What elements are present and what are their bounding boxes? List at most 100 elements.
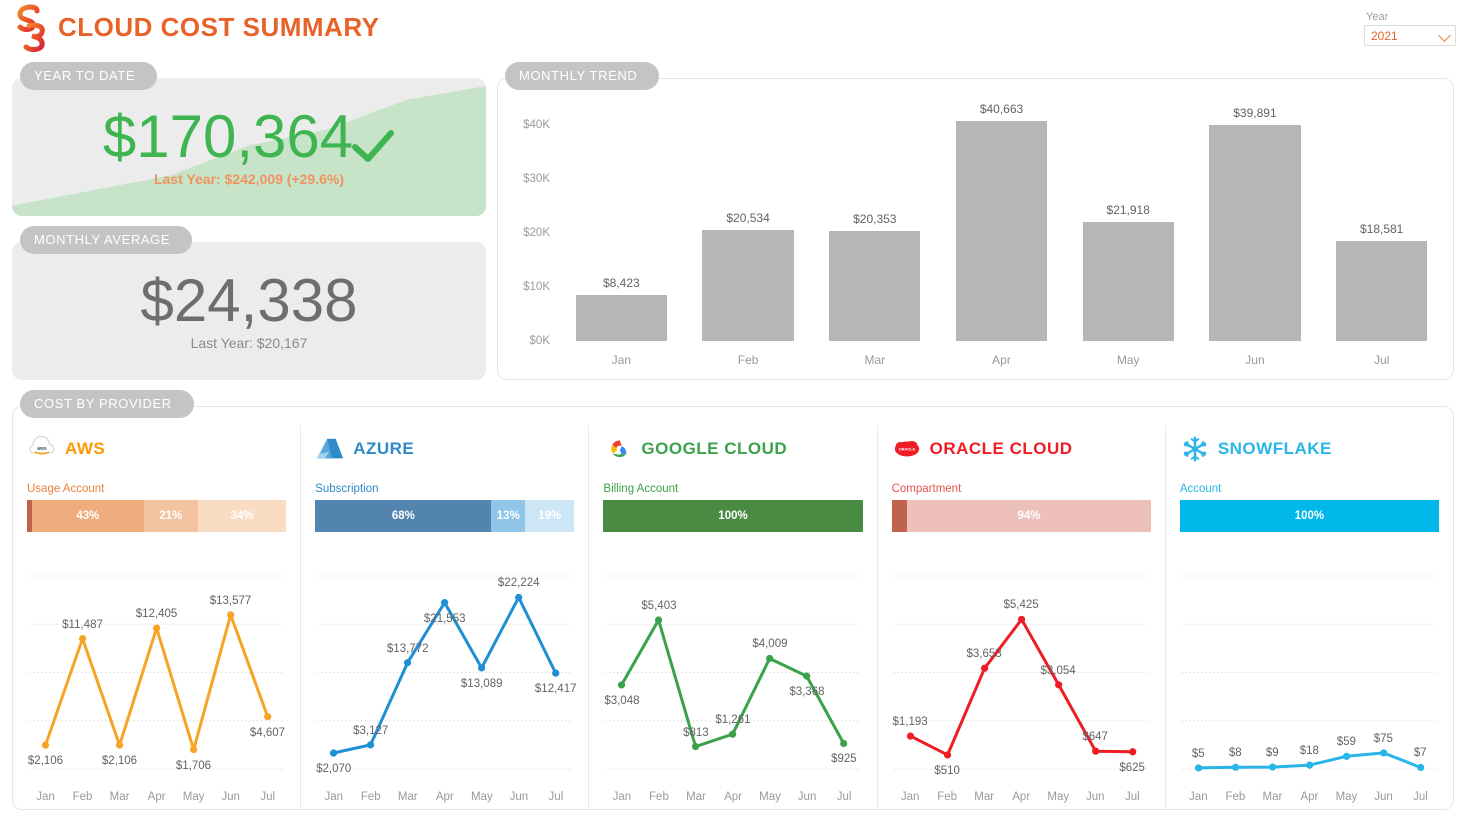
provider-share-segment[interactable]: 34%: [198, 500, 287, 532]
trend-bar[interactable]: [829, 230, 921, 341]
dashboard-root: CLOUD COST SUMMARY Year 2021 $170,364 La…: [0, 0, 1466, 822]
provider-x-label: Jun: [797, 791, 817, 803]
year-to-date-card: $170,364 Last Year: $242,009 (+29.6%): [12, 78, 486, 216]
provider-point-label: $2,106: [101, 755, 138, 768]
ytd-last-year: Last Year: $242,009 (+29.6%): [153, 171, 345, 187]
provider-share-segment[interactable]: 100%: [603, 500, 863, 532]
trend-bar-column[interactable]: $20,534 Feb: [685, 103, 812, 367]
provider-x-axis: Jan Feb Mar Apr May Jun Jul: [1180, 791, 1439, 809]
provider-share-segment[interactable]: 68%: [315, 500, 492, 532]
provider-trend-chart: Jan Feb Mar Apr May Jun Jul $2,070 $3,127 $13,772…: [315, 550, 576, 809]
trend-bar-column[interactable]: $21,918 May: [1065, 103, 1192, 367]
provider-share-segment[interactable]: 19%: [525, 500, 575, 532]
trend-bar-value: $20,353: [853, 211, 897, 226]
provider-share-segment[interactable]: [891, 500, 908, 532]
provider-x-label: Jun: [1086, 791, 1105, 803]
provider-x-label: Feb: [937, 791, 958, 803]
provider-column-gcp: GOOGLE CLOUD Billing Account 100% Jan Feb Mar…: [589, 425, 878, 809]
provider-point-label: $5,425: [1003, 599, 1039, 612]
trend-bar[interactable]: [575, 295, 667, 341]
trend-x-label: Jul: [1374, 353, 1390, 367]
svg-text:ORACLE: ORACLE: [898, 446, 915, 451]
provider-point-label: $3,048: [604, 694, 640, 707]
year-select[interactable]: 2021: [1364, 25, 1456, 46]
trend-bar-column[interactable]: $18,581 Jul: [1318, 103, 1445, 367]
ytd-value: $170,364: [102, 103, 354, 170]
provider-x-label: Jul: [548, 791, 564, 803]
provider-x-label: Mar: [686, 791, 706, 803]
provider-point-label: $9: [1265, 747, 1279, 760]
trend-bar[interactable]: [1082, 222, 1174, 341]
provider-header: aws AWS: [27, 429, 286, 469]
provider-point-label: $3,054: [1040, 664, 1076, 677]
provider-point-label: $625: [1119, 761, 1145, 774]
provider-trend-svg: [1181, 575, 1438, 772]
chevron-down-icon: [1438, 29, 1451, 42]
provider-trend-chart: Jan Feb Mar Apr May Jun Jul $3,048 $5,403 $813 $1,…: [603, 550, 862, 809]
trend-x-label: Jun: [1245, 353, 1265, 367]
provider-x-axis: Jan Feb Mar Apr May Jun Jul: [315, 791, 574, 809]
provider-column-aws: aws AWS Usage Account 43% 21% 34% Jan Feb Mar Ap…: [13, 425, 302, 809]
monthly-trend-card: $40K $30K $20K $10K $0K $8,423 Jan $20,534 Feb $…: [497, 78, 1454, 380]
provider-point-label: $3,368: [789, 686, 825, 699]
provider-point-label: $13,089: [460, 677, 503, 690]
provider-dimension-label: Compartment: [891, 483, 962, 495]
provider-dimension-label: Account: [1179, 483, 1222, 495]
provider-share-segment[interactable]: 21%: [143, 500, 199, 532]
provider-point-label: $8: [1228, 747, 1242, 760]
trend-bar-column[interactable]: $39,891 Jun: [1192, 103, 1319, 367]
provider-point-label: $1,193: [892, 716, 928, 729]
provider-trend-svg: [605, 575, 861, 770]
provider-x-label: Mar: [397, 791, 418, 803]
provider-x-label: Apr: [435, 791, 454, 803]
trend-bar-column[interactable]: $40,663 Apr: [938, 102, 1065, 367]
provider-point-label: $13,577: [209, 594, 252, 607]
provider-share-segment[interactable]: 43%: [32, 500, 144, 532]
provider-dimension-label: Usage Account: [27, 483, 105, 495]
trend-bar-value: $8,423: [603, 276, 640, 291]
provider-share-segment[interactable]: 94%: [907, 500, 1151, 532]
provider-point-label: $2,070: [316, 763, 352, 776]
trend-bar[interactable]: [1336, 240, 1428, 341]
provider-point-label: $647: [1082, 731, 1108, 744]
provider-x-label: May: [1047, 791, 1070, 803]
provider-share-segment[interactable]: 100%: [1179, 500, 1440, 532]
trend-bar-column[interactable]: $20,353 Mar: [811, 103, 938, 367]
trend-bar[interactable]: [955, 121, 1048, 341]
provider-trend-chart: Jan Feb Mar Apr May Jun Jul $5 $8 $9 $18 $59 $75 $7: [1180, 550, 1439, 809]
monthly-average-badge: MONTHLY AVERAGE: [20, 226, 193, 254]
provider-point-label: $11,487: [62, 618, 103, 631]
oracle-cloud-icon: ORACLE: [892, 434, 922, 464]
trend-bar[interactable]: [702, 229, 794, 341]
provider-point-label: $3,127: [353, 724, 389, 737]
provider-point-label: $813: [683, 726, 709, 739]
provider-share-segment[interactable]: 13%: [491, 500, 526, 532]
provider-column-snowflake: SNOWFLAKE Account 100% Jan Feb Mar Apr May Jun Ju…: [1166, 425, 1453, 809]
provider-x-label: Jul: [1413, 791, 1428, 803]
trend-bar-column[interactable]: $8,423 Jan: [558, 103, 685, 367]
azure-triangle-icon: [315, 434, 345, 464]
monthly-average-last-year: Last Year: $20,167: [190, 335, 308, 351]
provider-point-label: $4,607: [249, 726, 286, 739]
trend-y-tick: $20K: [523, 226, 550, 239]
trend-y-tick: $10K: [523, 280, 550, 293]
monthly-average-card: $24,338 Last Year: $20,167: [12, 242, 486, 380]
provider-point-label: $18: [1299, 745, 1319, 758]
check-icon: [351, 117, 395, 162]
trend-bar[interactable]: [1209, 125, 1301, 341]
provider-x-label: Feb: [360, 791, 381, 803]
provider-trend-chart: Jan Feb Mar Apr May Jun Jul $1,193 $510 $3,653 $5,…: [892, 550, 1151, 809]
provider-x-label: Jan: [1189, 791, 1208, 803]
google-cloud-icon: [603, 434, 633, 464]
provider-name: SNOWFLAKE: [1217, 439, 1332, 458]
provider-x-label: Jul: [260, 791, 276, 803]
ytd-value-row: $170,364: [103, 107, 395, 167]
provider-share-bar: 100%: [1179, 500, 1440, 532]
trend-bar-value: $39,891: [1233, 106, 1277, 121]
trend-y-tick: $40K: [523, 118, 550, 131]
monthly-average-value: $24,338: [140, 267, 358, 334]
provider-x-label: Apr: [1300, 791, 1319, 803]
provider-x-label: Apr: [1012, 791, 1031, 803]
provider-x-axis: Jan Feb Mar Apr May Jun Jul: [892, 791, 1151, 809]
trend-x-label: Apr: [992, 353, 1011, 367]
